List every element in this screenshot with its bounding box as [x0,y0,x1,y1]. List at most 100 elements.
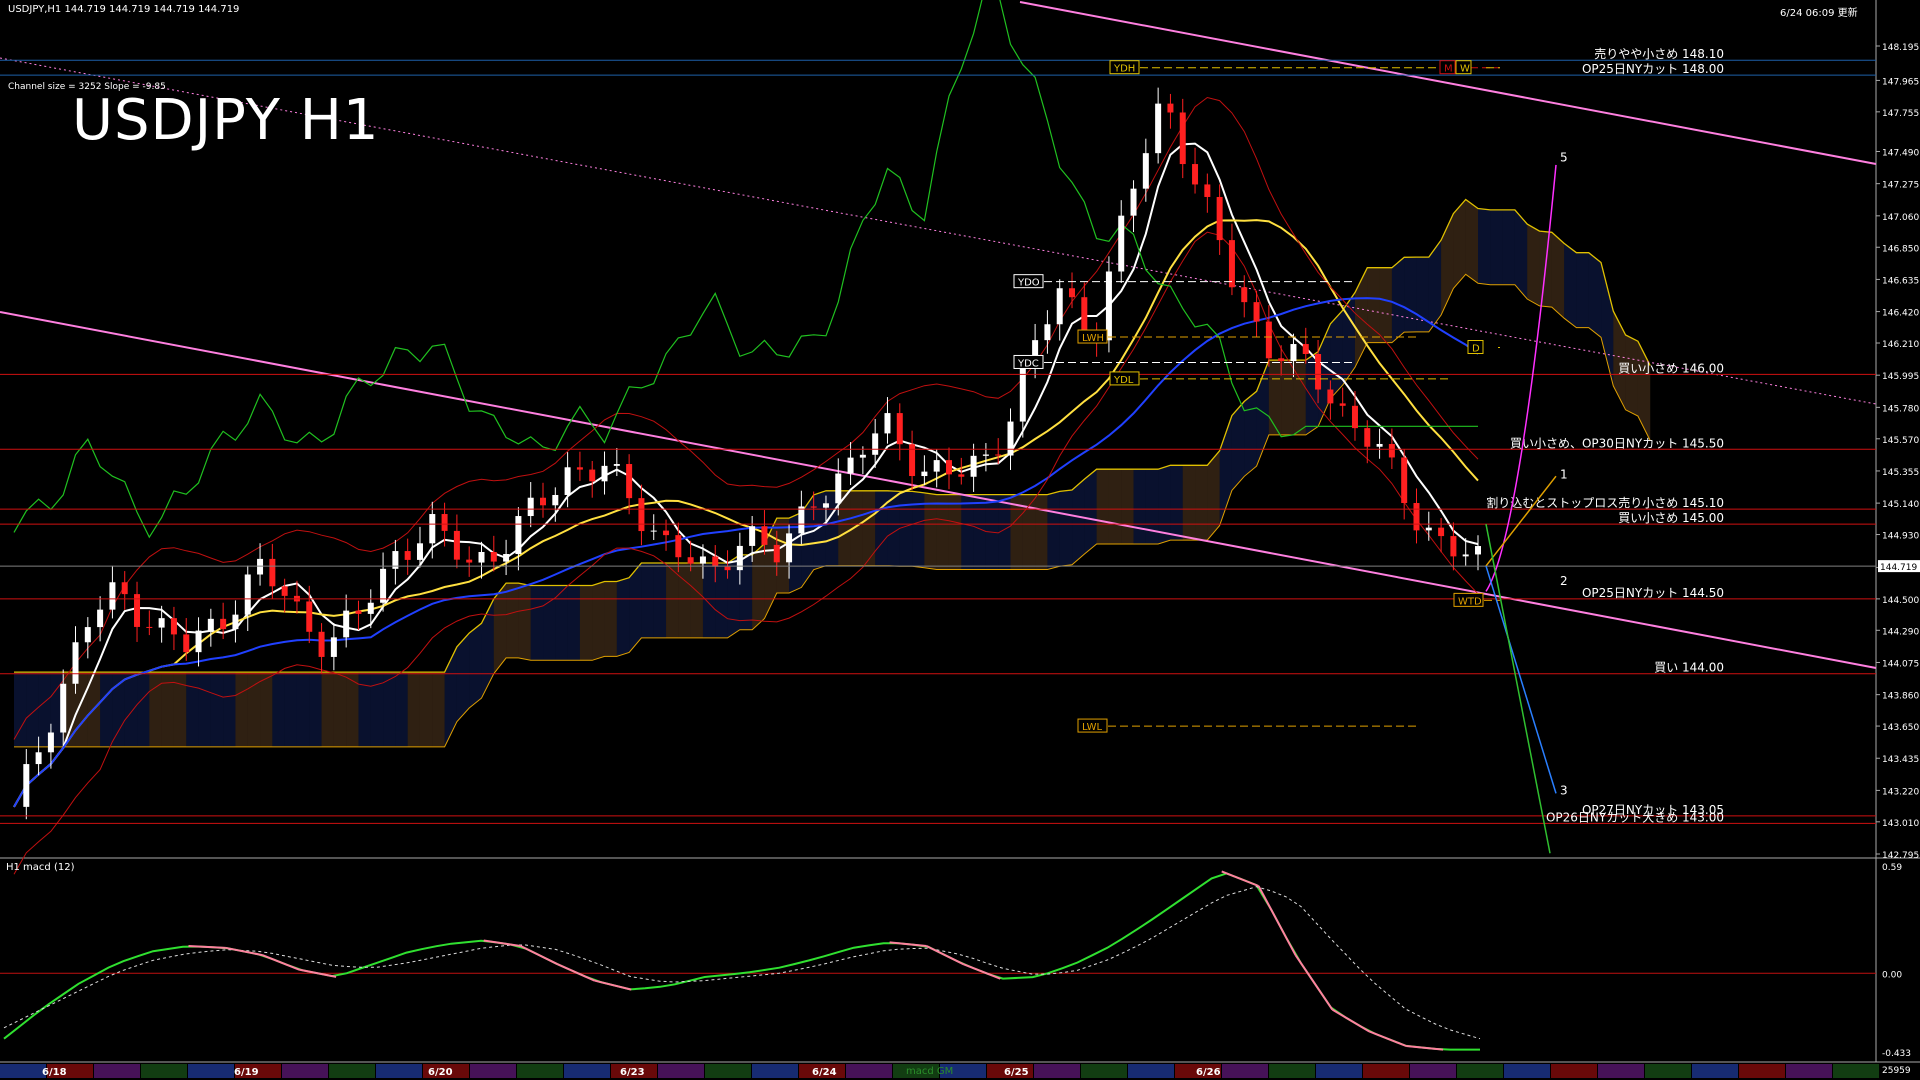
ichimoku-cloud-segment [1281,360,1294,435]
date-strip-cell [1034,1064,1080,1078]
candle-body [1265,321,1272,359]
candle-body [589,469,596,482]
candle-body [1204,184,1211,197]
tag-label: LWL [1082,722,1103,733]
candle-body [1019,368,1026,422]
macd-tick-label: 0.00 [1882,970,1902,980]
ichimoku-cloud-segment [1527,224,1540,306]
level-label: 買い小さめ 146.00 [1618,361,1724,375]
date-strip-cell [1410,1064,1456,1078]
ichimoku-cloud-segment [358,672,371,747]
ichimoku-cloud-segment [247,672,261,747]
ichimoku-cloud-segment [1145,469,1159,544]
ichimoku-cloud-segment [321,672,334,747]
candle-body [441,514,448,531]
ichimoku-cloud-segment [936,494,949,570]
ichimoku-cloud-segment [690,563,703,638]
ichimoku-cloud-segment [1059,490,1073,567]
candle-body [786,533,793,563]
ichimoku-cloud-segment [124,672,138,747]
date-strip-cell [1598,1064,1644,1078]
candle-body [1167,103,1174,113]
candle-body [724,566,731,571]
macd-footer-tag: macd GM [906,1066,954,1077]
ichimoku-cloud-segment [752,543,765,630]
ichimoku-cloud-segment [223,672,236,747]
date-strip-cell [752,1064,798,1078]
level-label: OP25日NYカット 144.50 [1582,586,1724,600]
candle-body [183,634,190,653]
candle-body [773,544,780,563]
candle-body [552,494,559,506]
ichimoku-cloud-segment [899,491,913,567]
ichimoku-cloud-segment [149,672,162,747]
candle-body [1376,443,1383,447]
candle-body [380,568,387,603]
ichimoku-cloud-segment [432,672,445,747]
candle-body [601,465,608,482]
candle-body [1475,546,1481,555]
date-strip-cell [1081,1064,1127,1078]
candle-body [995,454,1002,456]
candle-body [330,637,337,657]
level-label: OP26日NYカット大きめ 143.00 [1546,810,1724,824]
price-tick-label: 143.860 [1882,692,1919,702]
date-strip-cell [1316,1064,1362,1078]
date-strip-cell [1363,1064,1409,1078]
ichimoku-cloud-segment [260,672,273,747]
date-label: 6/25 [1004,1067,1029,1078]
candle-body [847,457,854,474]
ichimoku-cloud-segment [1502,209,1515,285]
candle-body [982,454,989,456]
wave-label: 1 [1560,468,1568,482]
price-tick-label: 146.850 [1882,244,1919,254]
date-label: 6/20 [428,1067,453,1078]
price-tick-label: 145.995 [1882,372,1919,382]
candle-body [1192,164,1199,185]
ichimoku-cloud-segment [579,585,593,661]
candle-body [416,543,423,560]
candle-body [429,514,436,544]
price-tick-label: 145.570 [1882,436,1919,446]
ichimoku-cloud-segment [1625,334,1638,417]
candle-body [146,626,153,628]
ichimoku-cloud-segment [715,563,728,638]
level-label: 割り込むとストップロス売り小さめ 145.10 [1486,495,1724,510]
candle-body [1007,421,1014,456]
candle-body [478,551,485,563]
candle-body [170,618,177,635]
candle-body [527,497,534,517]
candle-body [1241,287,1248,303]
ichimoku-cloud-segment [1072,479,1085,565]
date-strip-cell [141,1064,187,1078]
candle-body [1351,405,1358,429]
macd-tick-label: 0.59 [1882,863,1902,873]
ichimoku-cloud-segment [641,563,654,638]
candle-body [60,683,67,733]
ichimoku-cloud-segment [198,672,211,747]
candle-body [896,413,903,445]
candle-body [367,602,374,614]
candle-body [404,551,411,560]
candle-body [1327,389,1334,404]
ichimoku-cloud-segment [1207,450,1220,541]
tag-label: YDH [1113,64,1135,75]
date-strip-cell [1739,1064,1785,1078]
ichimoku-cloud-segment [235,672,248,747]
date-strip-cell [1222,1064,1268,1078]
ichimoku-cloud-segment [137,672,150,747]
candle-body [1253,302,1260,322]
tag-label: LWH [1082,333,1104,344]
candle-body [933,460,940,472]
ichimoku-cloud-segment [702,563,716,638]
candle-body [626,464,633,499]
ichimoku-cloud-segment [1551,232,1565,319]
date-strip-cell [1269,1064,1315,1078]
ichimoku-cloud-segment [407,672,420,747]
wave-label: 3 [1560,783,1568,797]
date-strip-cell [94,1064,140,1078]
date-strip-cell [282,1064,328,1078]
candle-body [835,473,842,504]
current-price-label: 144.719 [1880,563,1917,573]
candle-body [1462,554,1469,557]
